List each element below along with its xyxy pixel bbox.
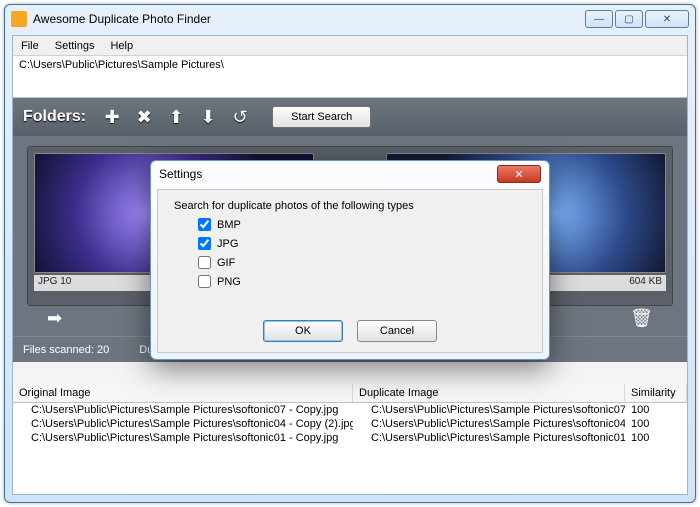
settings-dialog: Settings ✕ Search for duplicate photos o… [150,160,550,360]
dialog-heading: Search for duplicate photos of the follo… [174,200,526,212]
menu-file[interactable]: File [13,38,47,54]
start-search-button[interactable]: Start Search [272,106,371,128]
col-similarity[interactable]: Similarity [625,384,687,402]
results-table[interactable]: Original Image Duplicate Image Similarit… [13,384,687,494]
window-title: Awesome Duplicate Photo Finder [33,12,211,26]
gif-checkbox[interactable] [198,256,211,269]
menubar: File Settings Help [13,36,687,56]
folders-label: Folders: [23,108,86,126]
close-button[interactable]: ✕ [645,10,689,28]
col-duplicate[interactable]: Duplicate Image [353,384,625,402]
remove-folder-icon[interactable]: ✖ [132,105,156,129]
delete-icon[interactable]: 🗑 [630,308,653,329]
bmp-label: BMP [217,219,241,231]
move-down-icon[interactable]: ⬇ [196,105,220,129]
ok-button[interactable]: OK [263,320,343,342]
table-row[interactable]: C:\Users\Public\Pictures\Sample Pictures… [13,417,687,431]
next-icon[interactable]: ➡ [47,308,62,329]
minimize-button[interactable]: — [585,10,613,28]
table-row[interactable]: C:\Users\Public\Pictures\Sample Pictures… [13,431,687,445]
app-icon [11,11,27,27]
menu-settings[interactable]: Settings [47,38,103,54]
dialog-close-button[interactable]: ✕ [497,165,541,183]
menu-help[interactable]: Help [102,38,141,54]
folder-path-list[interactable]: C:\Users\Public\Pictures\Sample Pictures… [13,56,687,98]
dialog-titlebar[interactable]: Settings ✕ [151,161,549,187]
gif-label: GIF [217,257,235,269]
move-up-icon[interactable]: ⬆ [164,105,188,129]
add-folder-icon[interactable]: ✚ [100,105,124,129]
folders-toolbar: Folders: ✚ ✖ ⬆ ⬇ ↺ Start Search [13,98,687,136]
dialog-title: Settings [159,167,202,181]
refresh-icon[interactable]: ↺ [228,105,252,129]
table-row[interactable]: C:\Users\Public\Pictures\Sample Pictures… [13,403,687,417]
status-scanned: Files scanned: 20 [23,344,109,356]
titlebar[interactable]: Awesome Duplicate Photo Finder — ▢ ✕ [5,5,695,33]
maximize-button[interactable]: ▢ [615,10,643,28]
jpg-label: JPG [217,238,238,250]
png-checkbox[interactable] [198,275,211,288]
bmp-checkbox[interactable] [198,218,211,231]
png-label: PNG [217,276,241,288]
results-header: Original Image Duplicate Image Similarit… [13,384,687,403]
jpg-checkbox[interactable] [198,237,211,250]
col-original[interactable]: Original Image [13,384,353,402]
cancel-button[interactable]: Cancel [357,320,437,342]
